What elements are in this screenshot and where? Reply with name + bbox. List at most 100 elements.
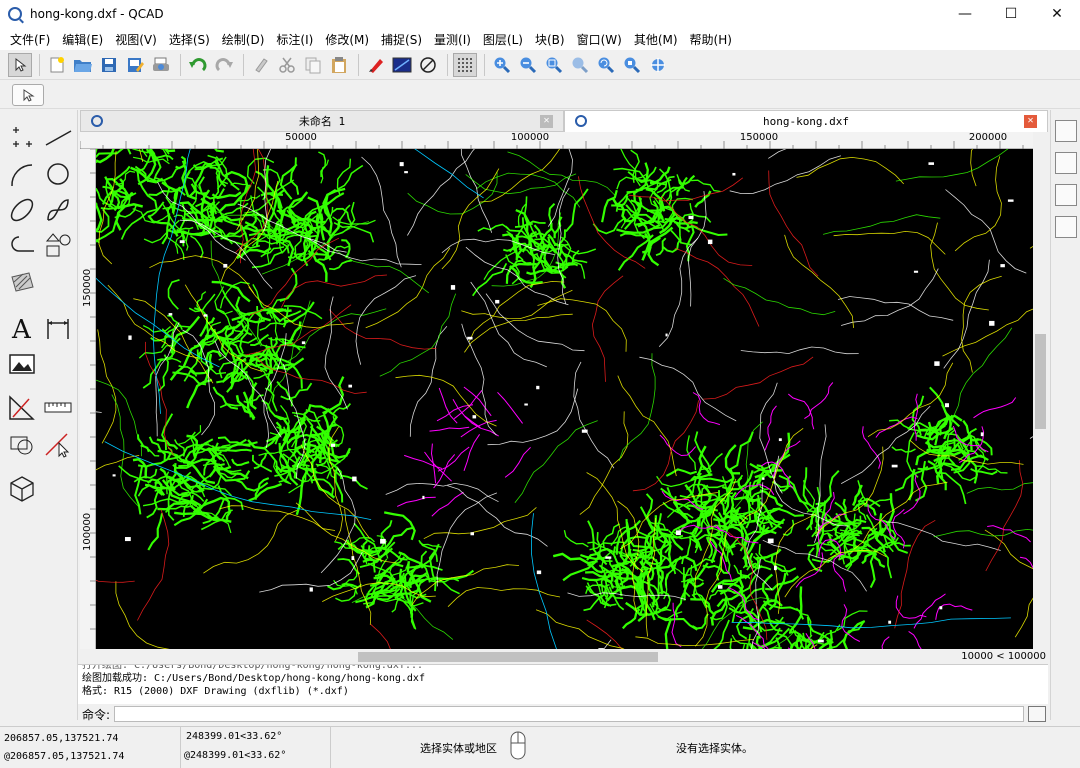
select-pointer-button[interactable] [8, 52, 32, 77]
road-line [409, 326, 448, 437]
menu-help[interactable]: 帮助(H) [684, 31, 738, 48]
command-toggle-button[interactable] [1028, 706, 1046, 722]
urban-area [683, 224, 728, 237]
road-line [97, 329, 117, 444]
3d-view-tool[interactable] [4, 470, 40, 506]
tab-hong-kong[interactable]: hong-kong.dxf ✕ [564, 110, 1048, 132]
zoom-auto-button[interactable] [542, 53, 566, 77]
maximize-button[interactable]: ☐ [988, 0, 1034, 28]
draw-points-tool[interactable] [4, 120, 40, 156]
new-file-button[interactable] [45, 53, 69, 77]
redo-button[interactable] [212, 53, 236, 77]
road-line [723, 277, 836, 316]
measure-tool[interactable] [40, 390, 76, 426]
road-line [535, 609, 625, 649]
command-label: 命令: [82, 707, 111, 722]
draw-line-tool[interactable] [40, 120, 76, 156]
open-file-button[interactable] [71, 53, 95, 77]
command-input[interactable] [114, 706, 1024, 722]
zoom-in-button[interactable] [490, 53, 514, 77]
building [939, 606, 943, 610]
modify-tool[interactable] [4, 426, 40, 462]
copy-button[interactable] [301, 53, 325, 77]
close-button[interactable]: ✕ [1034, 0, 1080, 28]
erase-button[interactable] [249, 53, 273, 77]
close-tab-icon[interactable]: ✕ [540, 115, 553, 128]
menu-window[interactable]: 窗口(W) [571, 31, 628, 48]
urban-area [96, 149, 98, 155]
selection-status: 没有选择实体。 [676, 742, 753, 755]
image-tool[interactable] [4, 346, 40, 382]
construction-tool[interactable] [4, 390, 40, 426]
history-line: 打开绘图: C:/Users/Bond/Desktop/hong-kong/ho… [82, 664, 424, 671]
circle-icon [47, 163, 69, 185]
menu-view[interactable]: 视图(V) [109, 31, 163, 48]
menu-layer[interactable]: 图层(L) [477, 31, 529, 48]
scrollbar-thumb[interactable] [1035, 334, 1046, 429]
mouse-icon [510, 731, 526, 760]
print-button[interactable] [149, 53, 173, 77]
zoom-pan-button[interactable] [646, 53, 670, 77]
pointer-mode-button[interactable] [12, 83, 44, 106]
horizontal-scrollbar[interactable] [96, 649, 951, 664]
draw-shapes-tool[interactable] [40, 228, 76, 264]
draw-arc-tool[interactable] [4, 156, 40, 192]
linetype-button[interactable] [416, 53, 440, 77]
color-picker-button[interactable] [390, 53, 414, 77]
zoom-redraw-button[interactable] [594, 53, 618, 77]
tab-untitled[interactable]: 未命名 1 ✕ [80, 110, 564, 132]
menu-select[interactable]: 选择(S) [163, 31, 216, 48]
minimize-button[interactable]: — [942, 0, 988, 28]
building [989, 320, 995, 326]
building [467, 336, 473, 340]
save-as-button[interactable] [123, 53, 147, 77]
zoom-window-button[interactable] [620, 53, 644, 77]
building [688, 215, 694, 220]
draw-ellipse-tool[interactable] [4, 192, 40, 228]
coastline [913, 593, 946, 629]
hatch-icon [11, 272, 34, 292]
vertical-scrollbar[interactable] [1033, 149, 1048, 649]
block-list-button[interactable] [1054, 152, 1077, 174]
paste-button[interactable] [327, 53, 351, 77]
zoom-previous-button[interactable] [568, 53, 592, 77]
draw-polyline-tool[interactable] [4, 228, 40, 264]
menu-dimension[interactable]: 标注(I) [270, 31, 319, 48]
building [581, 429, 588, 433]
urban-area [621, 608, 641, 630]
save-button[interactable] [97, 53, 121, 77]
urban-area [305, 417, 315, 462]
layers-panel-button[interactable] [1054, 120, 1077, 142]
image-icon [9, 354, 35, 374]
drawing-canvas[interactable] [96, 149, 1033, 649]
urban-area [328, 259, 353, 271]
dimension-tool[interactable] [40, 310, 76, 346]
cut-button[interactable] [275, 53, 299, 77]
property-editor-button[interactable] [1054, 184, 1077, 206]
draw-circle-tool[interactable] [40, 156, 76, 192]
undo-button[interactable] [186, 53, 210, 77]
grid-toggle-button[interactable] [453, 52, 477, 77]
draw-spline-tool[interactable] [40, 192, 76, 228]
menu-edit[interactable]: 编辑(E) [56, 31, 109, 48]
select-tool[interactable] [40, 426, 76, 462]
scissors-icon [279, 57, 295, 73]
menu-block[interactable]: 块(B) [529, 31, 571, 48]
library-browser-button[interactable] [1054, 216, 1077, 238]
building [934, 361, 940, 366]
menu-modify[interactable]: 修改(M) [319, 31, 375, 48]
menu-measure[interactable]: 量测(I) [428, 31, 477, 48]
menu-file[interactable]: 文件(F) [4, 31, 56, 48]
scrollbar-thumb[interactable] [358, 652, 658, 662]
pen-tool-button[interactable] [364, 53, 388, 77]
toolbar-separator [243, 53, 244, 76]
menu-snap[interactable]: 捕捉(S) [375, 31, 428, 48]
toolbar-separator [180, 53, 181, 76]
close-tab-icon[interactable]: ✕ [1024, 115, 1037, 128]
menu-draw[interactable]: 绘制(D) [216, 31, 271, 48]
hatch-tool[interactable] [4, 264, 40, 300]
menu-misc[interactable]: 其他(M) [628, 31, 684, 48]
zoom-out-button[interactable] [516, 53, 540, 77]
building [179, 240, 185, 244]
text-tool[interactable]: A [4, 310, 40, 346]
